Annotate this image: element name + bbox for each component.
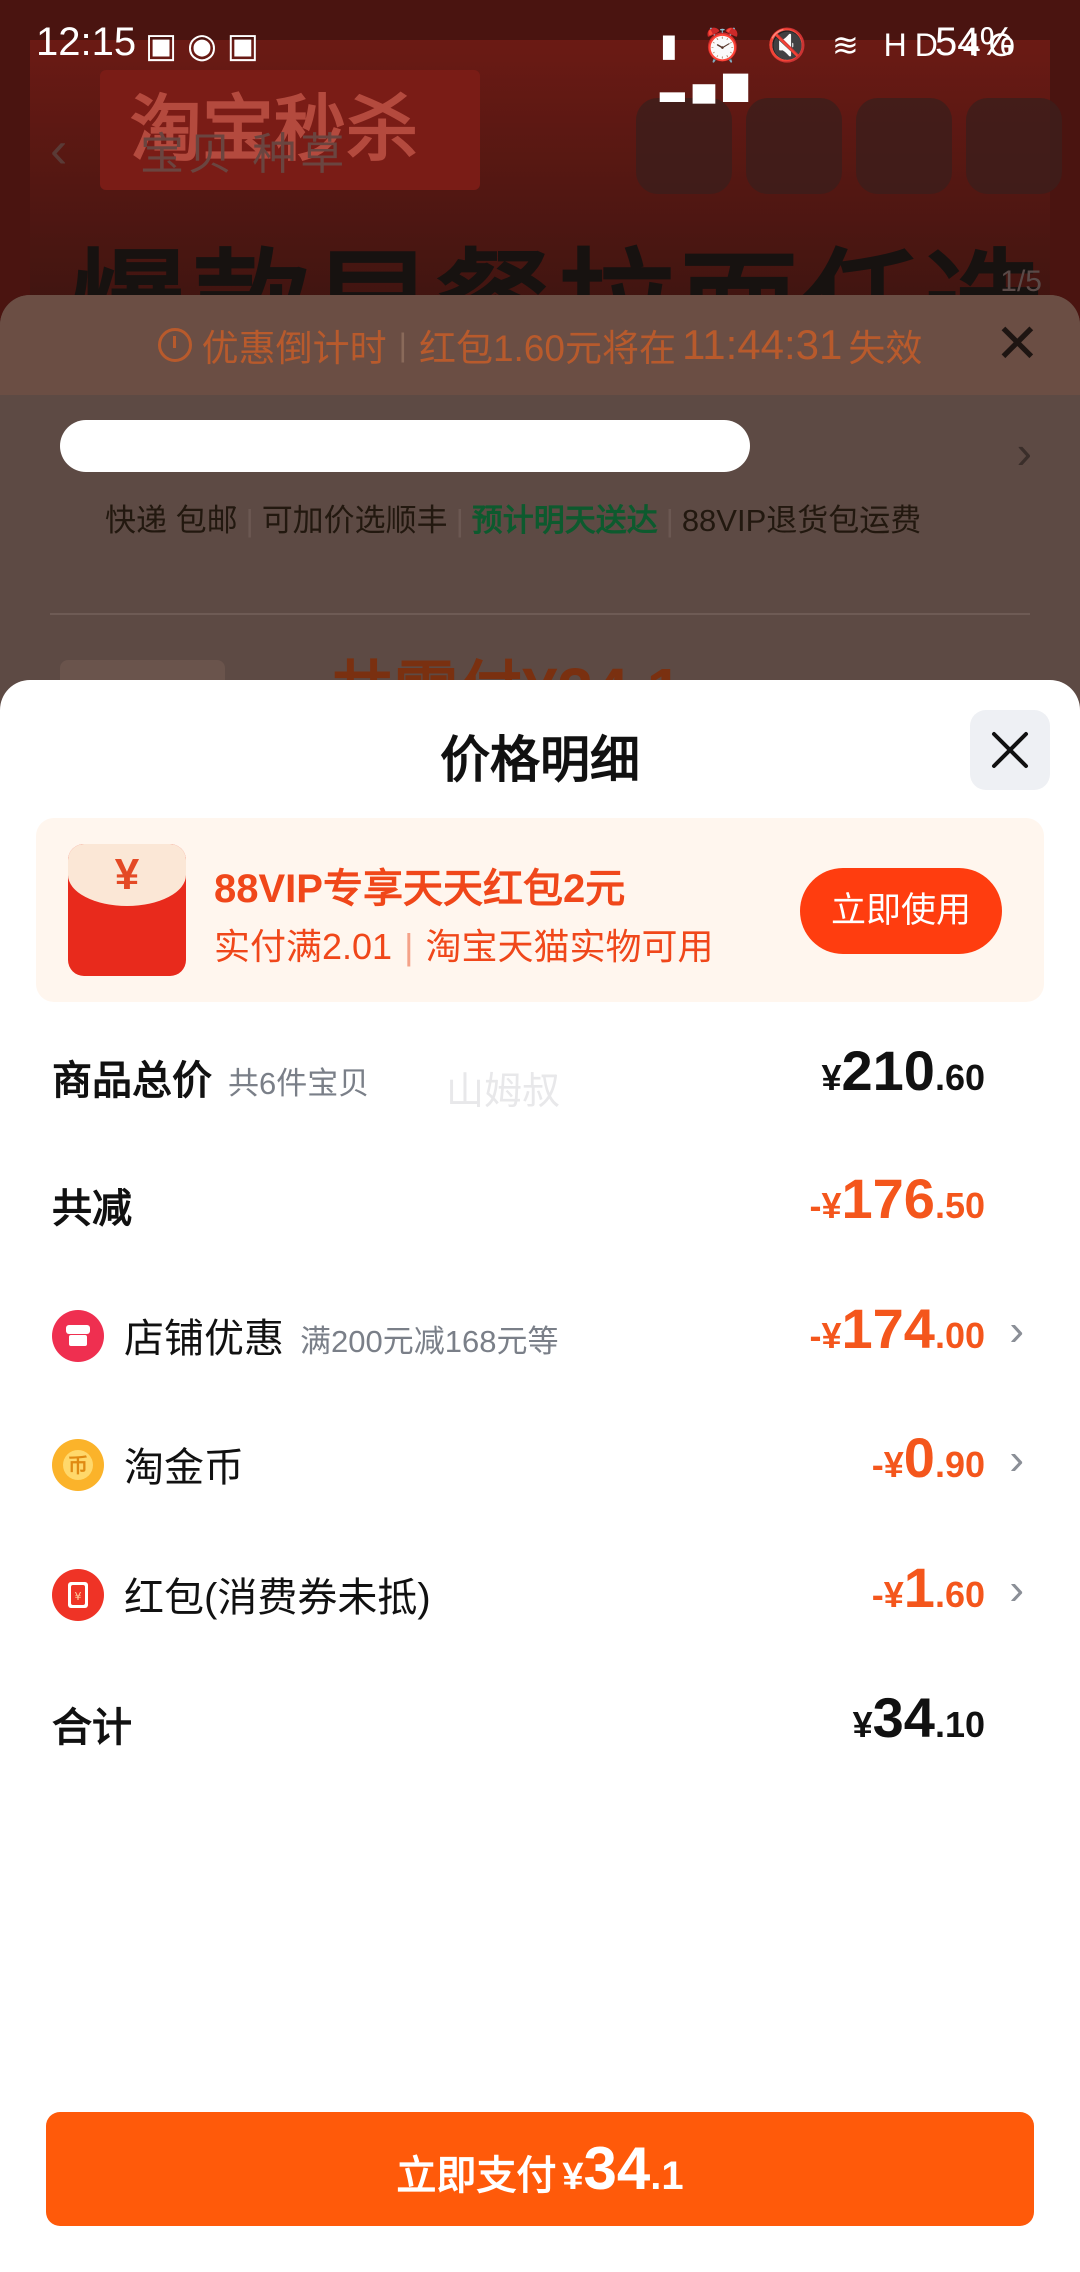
promo-condition: 实付满2.01	[214, 926, 393, 967]
red-packet-icon: ¥	[68, 844, 186, 976]
coin-icon: 币	[52, 1439, 104, 1491]
row-amount: -¥174.00	[809, 1297, 986, 1360]
shipping-info: 快递 包邮 | 可加价选顺丰 | 预计明天送达 | 88VIP退货包运费	[105, 503, 922, 538]
chevron-right-icon: ›	[1009, 1565, 1024, 1614]
back-icon[interactable]: ‹	[50, 120, 67, 180]
row-amount: ¥210.60	[821, 1039, 985, 1102]
promo-scope: 淘宝天猫实物可用	[425, 926, 714, 967]
close-icon[interactable]: ✕	[995, 317, 1040, 371]
row-shop-discount[interactable]: 店铺优惠 满200元减168元等 -¥174.00 ›	[0, 1278, 1080, 1388]
image-counter: 1/5	[1000, 265, 1042, 298]
battery-level: 54%	[935, 20, 1016, 64]
clock-icon	[157, 328, 192, 362]
row-amount: -¥176.50	[809, 1167, 986, 1230]
countdown-text-suffix: 失效	[848, 328, 923, 369]
row-amount: -¥0.90	[871, 1426, 985, 1489]
shipping-shunfeng: 可加价选顺丰	[261, 503, 448, 538]
item-count: 共6件宝贝	[228, 1066, 370, 1101]
row-amount: -¥1.60	[871, 1556, 985, 1619]
shipping-delivery: 预计明天送达	[471, 503, 658, 538]
row-amount: ¥34.10	[852, 1686, 985, 1749]
shipping-express: 快递 包邮	[105, 503, 238, 538]
close-button[interactable]	[970, 710, 1050, 790]
row-total-reduction: 共减 -¥176.50	[0, 1148, 1080, 1258]
address-redacted[interactable]	[60, 420, 750, 472]
product-nav: ‹ 宝贝 种草	[0, 90, 1080, 194]
promo-subtitle: 实付满2.01 | 淘宝天猫实物可用	[214, 926, 714, 967]
cart-icon[interactable]	[746, 98, 842, 194]
chevron-right-icon: ›	[1009, 1306, 1024, 1355]
divider	[50, 613, 1030, 615]
close-icon	[992, 732, 1028, 768]
shipping-vip-return: 88VIP退货包运费	[681, 503, 922, 538]
status-bar: 12:15 ▣◉▣ ▮ ⏰ 🔇 ≋ HD 4G ▂▄▆ 54%	[0, 0, 1080, 101]
row-label: 合计	[52, 1706, 132, 1750]
row-sum: 合计 ¥34.10	[0, 1667, 1080, 1777]
pay-now-button[interactable]: 立即支付 ¥34.1	[46, 2112, 1034, 2226]
nav-tabs[interactable]: 宝贝 种草	[140, 118, 348, 182]
row-label: 共减	[52, 1187, 132, 1231]
vip-red-packet-promo: ¥ 88VIP专享天天红包2元 实付满2.01 | 淘宝天猫实物可用 立即使用	[36, 818, 1044, 1002]
discount-rule: 满200元减168元等	[300, 1324, 559, 1359]
countdown-label: 优惠倒计时	[201, 328, 387, 369]
use-now-button[interactable]: 立即使用	[800, 868, 1002, 954]
sheet-title: 价格明细	[440, 732, 640, 788]
share-icon[interactable]	[636, 98, 732, 194]
more-icon[interactable]	[966, 98, 1062, 194]
status-time: 12:15	[36, 20, 137, 64]
svg-text:¥: ¥	[75, 1590, 82, 1603]
chevron-right-icon: ›	[1009, 1435, 1024, 1484]
pay-label: 立即支付	[396, 2154, 557, 2198]
chevron-right-icon[interactable]: ›	[1017, 425, 1032, 479]
favorite-icon[interactable]	[856, 98, 952, 194]
notification-icons: ▣◉▣	[145, 27, 269, 65]
promo-title: 88VIP专享天天红包2元	[214, 867, 626, 911]
svg-text:币: 币	[68, 1453, 88, 1477]
price-detail-sheet: 价格明细 ¥ 88VIP专享天天红包2元 实付满2.01 | 淘宝天猫实物可用 立即…	[0, 680, 1080, 2272]
row-label: 店铺优惠 满200元减168元等	[124, 1317, 559, 1361]
row-gold-coin[interactable]: 币 淘金币 -¥0.90 ›	[0, 1407, 1080, 1517]
row-label: 红包(消费券未抵)	[124, 1576, 431, 1620]
countdown-text-prefix: 红包1.60元将在	[418, 328, 676, 369]
countdown-bar: 优惠倒计时 | 红包1.60元将在 11:44:31 失效	[0, 295, 1080, 395]
row-total-price: 商品总价 共6件宝贝 ¥210.60	[0, 1020, 1080, 1130]
countdown-time: 11:44:31	[681, 321, 843, 368]
row-red-packet[interactable]: ¥ 红包(消费券未抵) -¥1.60 ›	[0, 1537, 1080, 1647]
row-label: 淘金币	[124, 1446, 244, 1490]
system-icons: ▮ ⏰ 🔇 ≋ HD 4G ▂▄▆	[660, 27, 1022, 101]
row-label: 商品总价 共6件宝贝	[52, 1059, 370, 1103]
shop-icon	[52, 1310, 104, 1362]
purchase-sheet-background: 优惠倒计时 | 红包1.60元将在 11:44:31 失效 ✕ › 快递 包邮 |…	[0, 295, 1080, 727]
red-packet-small-icon: ¥	[52, 1569, 104, 1621]
